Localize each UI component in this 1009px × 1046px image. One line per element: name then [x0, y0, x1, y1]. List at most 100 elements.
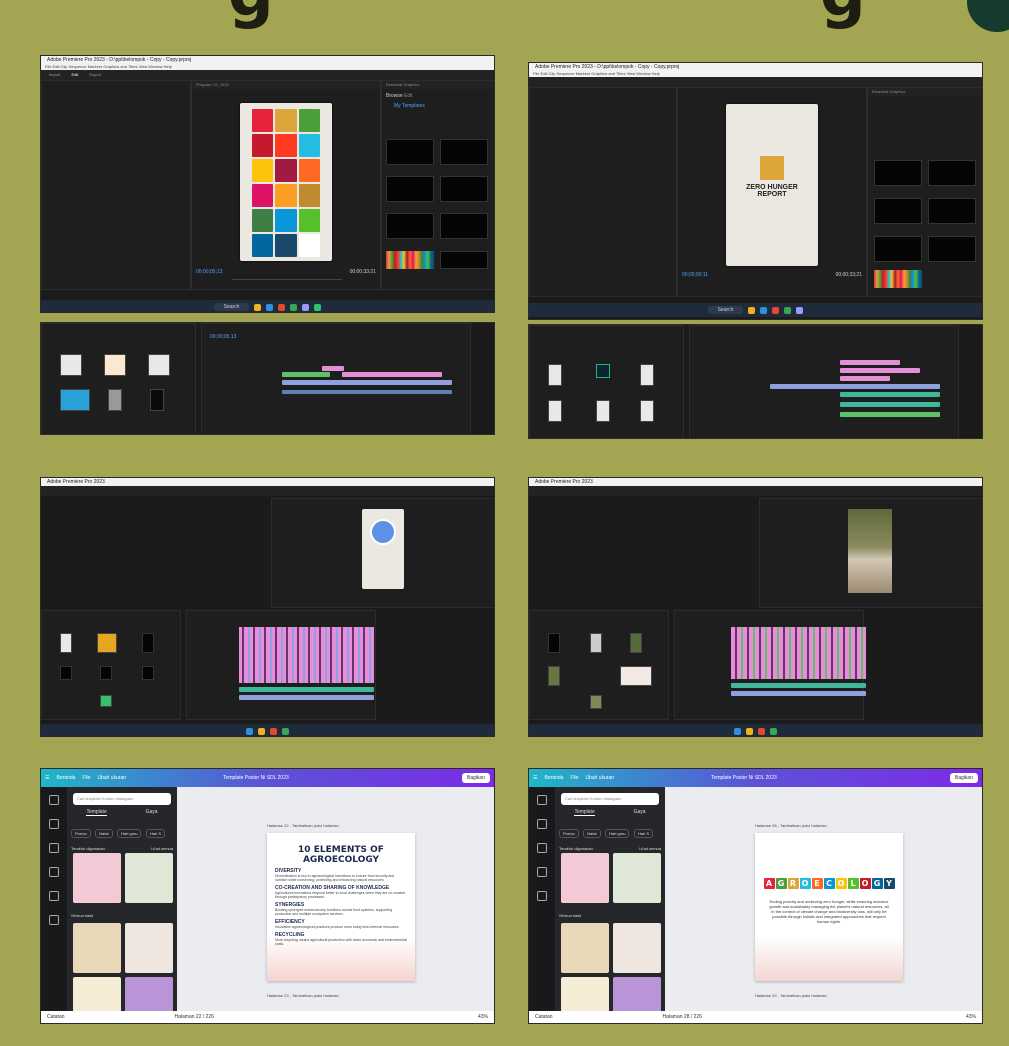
windows-taskbar[interactable]: Search: [41, 300, 494, 312]
app-icon[interactable]: [772, 306, 780, 314]
chip-natal[interactable]: Natal: [95, 829, 113, 838]
template-thumb[interactable]: [125, 923, 173, 973]
projects-icon[interactable]: [49, 915, 59, 925]
app-icon[interactable]: [302, 303, 310, 311]
tab-import[interactable]: Import: [49, 72, 60, 77]
template-thumb[interactable]: [561, 977, 609, 1013]
clip-thumb[interactable]: [100, 695, 112, 707]
template-thumb[interactable]: [73, 923, 121, 973]
tab-edit[interactable]: Edit: [71, 72, 78, 77]
file-menu[interactable]: File: [82, 775, 90, 781]
project-panel[interactable]: [529, 325, 684, 438]
clip-pink[interactable]: [322, 366, 344, 371]
timeline-panel[interactable]: [689, 325, 959, 438]
workspace-bar[interactable]: [41, 486, 494, 496]
menu-icon[interactable]: ☰: [533, 775, 537, 781]
edit-tab[interactable]: Edit: [404, 93, 413, 99]
template-thumb[interactable]: [440, 213, 488, 239]
file-menu[interactable]: File: [570, 775, 578, 781]
template-panel[interactable]: Cari template Konten Instagram Template …: [67, 787, 177, 1013]
taskbar-search[interactable]: Search: [213, 303, 250, 311]
share-button[interactable]: Bagikan: [461, 773, 490, 783]
clip-pink[interactable]: [840, 368, 920, 373]
app-icon[interactable]: [282, 727, 289, 735]
clip-thumb[interactable]: [640, 400, 654, 422]
clip-blue[interactable]: [239, 695, 374, 700]
elements-icon[interactable]: [49, 819, 59, 829]
template-thumb[interactable]: [73, 977, 121, 1013]
see-all-link[interactable]: Lihat semua: [639, 846, 661, 851]
clip-green[interactable]: [840, 412, 940, 417]
text-icon[interactable]: [49, 843, 59, 853]
template-search[interactable]: Cari template Konten Instagram: [561, 793, 659, 805]
agroecology-blocks-slide[interactable]: AGROECOLOGY Ending poverty and achieving…: [755, 833, 903, 981]
design-icon[interactable]: [537, 795, 547, 805]
project-panel[interactable]: [529, 610, 669, 720]
zoom-level[interactable]: 43%: [478, 1014, 488, 1020]
canva-toolbar[interactable]: ☰ Beranda File Ubah ukuran Template Post…: [41, 769, 494, 787]
clip-thumb[interactable]: [97, 633, 117, 653]
clip-green[interactable]: [282, 372, 330, 377]
app-icon[interactable]: [746, 727, 753, 735]
text-icon[interactable]: [537, 843, 547, 853]
clip-teal[interactable]: [840, 392, 940, 397]
tab-style[interactable]: Gaya: [634, 809, 646, 816]
template-thumb[interactable]: [613, 923, 661, 973]
clip-pink[interactable]: [342, 372, 442, 377]
resize-menu[interactable]: Ubah ukuran: [585, 775, 614, 781]
tab-template[interactable]: Template: [574, 809, 595, 816]
template-thumb[interactable]: [613, 853, 661, 903]
program-monitor[interactable]: ZERO HUNGER REPORT 00;00;00;11 00;00;33;…: [677, 87, 867, 297]
app-icon[interactable]: [278, 303, 286, 311]
clip-thumb[interactable]: [104, 354, 126, 376]
clip-thumb[interactable]: [60, 389, 90, 411]
project-panel[interactable]: [41, 610, 181, 720]
clip-blue[interactable]: [282, 390, 452, 394]
template-thumb[interactable]: [125, 853, 173, 903]
template-thumb[interactable]: [440, 139, 488, 165]
canva-toolbar[interactable]: ☰ Beranda File Ubah ukuran Template Post…: [529, 769, 982, 787]
clip-pink[interactable]: [840, 376, 890, 381]
template-panel[interactable]: Cari template Konten Instagram Template …: [555, 787, 665, 1013]
tab-export[interactable]: Export: [90, 72, 102, 77]
uploads-icon[interactable]: [537, 891, 547, 901]
app-icon[interactable]: [734, 727, 741, 735]
clip-pink[interactable]: [840, 360, 900, 365]
timeline-panel[interactable]: [674, 610, 866, 720]
app-icon[interactable]: [770, 727, 777, 735]
clip-blue[interactable]: [282, 380, 452, 385]
canva-canvas[interactable]: Halaman 22 - Tambahkan judul halaman 10 …: [177, 787, 494, 1011]
windows-taskbar[interactable]: Search: [529, 303, 982, 317]
app-icon[interactable]: [290, 303, 298, 311]
template-thumb[interactable]: [125, 977, 173, 1013]
brand-icon[interactable]: [537, 867, 547, 877]
workspace-bar[interactable]: [529, 486, 982, 496]
template-thumb[interactable]: [561, 923, 609, 973]
home-link[interactable]: Beranda: [544, 775, 563, 781]
clip-thumb[interactable]: [548, 400, 562, 422]
clip-teal[interactable]: [239, 687, 374, 692]
chip-promo[interactable]: Promo: [559, 829, 579, 838]
chip-more[interactable]: Hari S: [633, 829, 654, 838]
doc-title[interactable]: Template Poster Ni SDL 2023: [223, 775, 289, 781]
template-thumb[interactable]: [613, 977, 661, 1013]
template-thumb[interactable]: [440, 176, 488, 202]
project-panel[interactable]: [41, 323, 196, 434]
clip-thumb[interactable]: [590, 633, 602, 653]
canva-canvas[interactable]: Halaman 28 - Tambahkan judul halaman AGR…: [665, 787, 982, 1011]
clip-thumb[interactable]: [596, 364, 610, 378]
doc-title[interactable]: Template Poster Ni SDL 2023: [711, 775, 777, 781]
color-bars-thumb[interactable]: [874, 270, 922, 288]
clip-blue[interactable]: [770, 384, 940, 389]
design-icon[interactable]: [49, 795, 59, 805]
app-icon[interactable]: [784, 306, 792, 314]
template-thumb[interactable]: [73, 853, 121, 903]
tab-template[interactable]: Template: [86, 809, 107, 816]
home-link[interactable]: Beranda: [56, 775, 75, 781]
app-icon[interactable]: [758, 727, 765, 735]
chip-promo[interactable]: Promo: [71, 829, 91, 838]
clip-teal[interactable]: [731, 683, 866, 688]
clip-thumb[interactable]: [142, 633, 154, 653]
canva-footer[interactable]: Catatan Halaman 22 / 226 43%: [41, 1011, 494, 1023]
clip-thumb[interactable]: [548, 364, 562, 386]
